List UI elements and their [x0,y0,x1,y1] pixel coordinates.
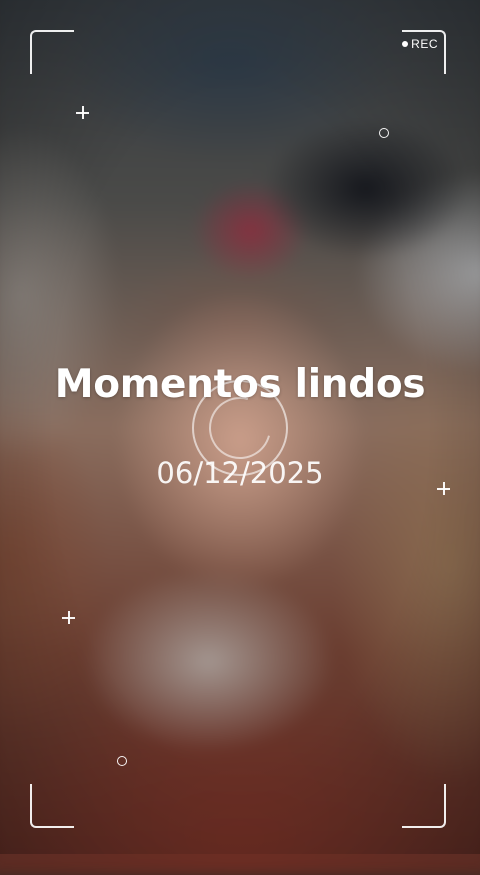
plus-icon [76,106,89,119]
overlay-date: 06/12/2025 [156,456,324,490]
record-dot-icon [402,41,409,47]
small-circle-icon [379,128,389,138]
viewfinder-corner-bottom-right [402,784,446,828]
rec-indicator: REC [402,37,438,51]
plus-icon [62,611,75,624]
overlay-title: Momentos lindos [54,362,426,407]
small-circle-icon [117,756,127,766]
viewfinder-corner-bottom-left [30,784,74,828]
rec-label: REC [411,37,438,51]
viewfinder-corner-top-left [30,30,74,74]
